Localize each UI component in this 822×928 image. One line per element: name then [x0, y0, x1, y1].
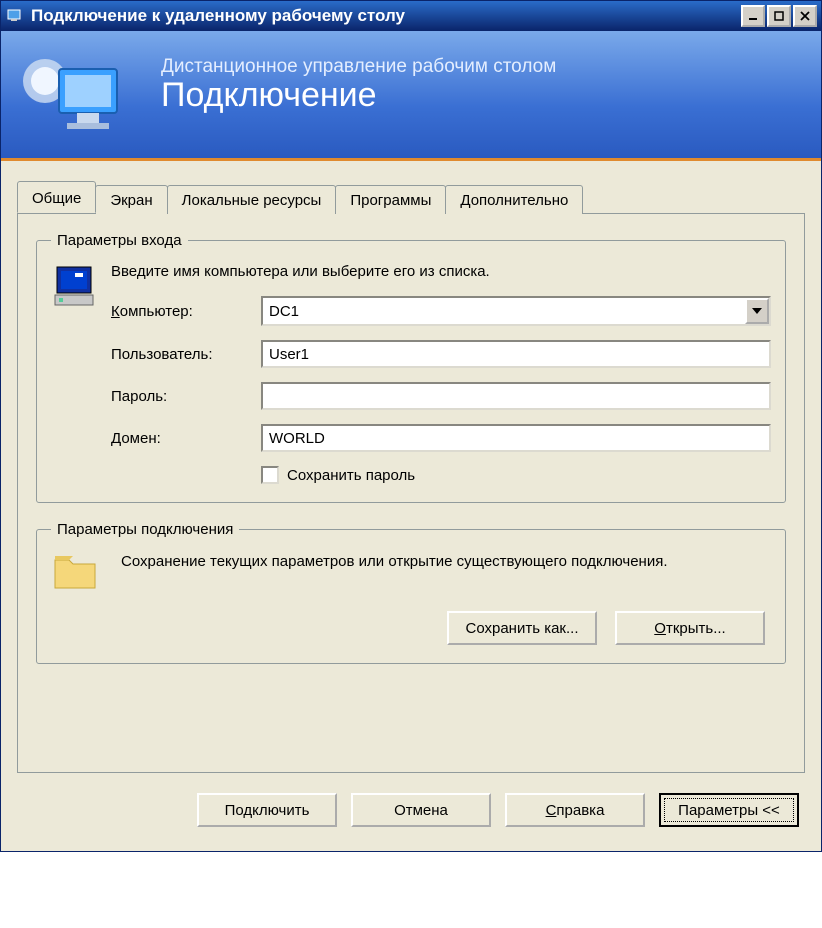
folder-icon — [51, 552, 105, 595]
maximize-button[interactable] — [767, 5, 791, 27]
banner: Дистанционное управление рабочим столом … — [1, 31, 821, 161]
computer-label: Компьютер: — [111, 303, 261, 320]
bottom-button-bar: Подключить Отмена Справка Параметры << — [1, 773, 821, 851]
password-input[interactable] — [261, 382, 771, 410]
connect-button[interactable]: Подключить — [197, 793, 337, 827]
window-buttons — [741, 5, 817, 27]
banner-subtitle: Дистанционное управление рабочим столом — [161, 56, 556, 78]
close-button[interactable] — [793, 5, 817, 27]
save-as-button[interactable]: Сохранить как... — [447, 611, 597, 645]
domain-label: Домен: — [111, 430, 261, 447]
window-title: Подключение к удаленному рабочему столу — [31, 6, 741, 26]
tab-local-resources[interactable]: Локальные ресурсы — [167, 185, 337, 214]
tab-general[interactable]: Общие — [17, 181, 96, 213]
minimize-button[interactable] — [741, 5, 765, 27]
connection-legend: Параметры подключения — [51, 521, 239, 538]
tab-screen[interactable]: Экран — [95, 185, 167, 214]
login-group: Параметры входа Введите имя компьютера и… — [36, 232, 786, 503]
domain-input[interactable] — [261, 424, 771, 452]
login-instruction: Введите имя компьютера или выберите его … — [111, 263, 771, 280]
title-bar: Подключение к удаленному рабочему столу — [1, 1, 821, 31]
banner-title: Подключение — [161, 76, 556, 115]
computer-input[interactable] — [263, 298, 745, 324]
connection-group: Параметры подключения Сохранение текущих… — [36, 521, 786, 664]
client-area: Общие Экран Локальные ресурсы Программы … — [1, 161, 821, 773]
cancel-button[interactable]: Отмена — [351, 793, 491, 827]
computer-combo[interactable] — [261, 296, 771, 326]
tab-advanced[interactable]: Дополнительно — [445, 185, 583, 214]
tab-strip: Общие Экран Локальные ресурсы Программы … — [17, 181, 805, 213]
login-legend: Параметры входа — [51, 232, 188, 249]
password-label: Пароль: — [111, 388, 261, 405]
options-button[interactable]: Параметры << — [659, 793, 799, 827]
tab-programs[interactable]: Программы — [335, 185, 446, 214]
tab-panel: Параметры входа Введите имя компьютера и… — [17, 213, 805, 773]
banner-icon — [19, 51, 129, 141]
save-password-label: Сохранить пароль — [287, 467, 415, 484]
banner-text: Дистанционное управление рабочим столом … — [161, 56, 556, 115]
connection-description: Сохранение текущих параметров или открыт… — [121, 552, 668, 572]
open-button[interactable]: Открыть... — [615, 611, 765, 645]
user-label: Пользователь: — [111, 346, 261, 363]
help-button[interactable]: Справка — [505, 793, 645, 827]
user-input[interactable] — [261, 340, 771, 368]
computer-icon — [51, 263, 111, 314]
app-icon — [5, 6, 25, 26]
computer-dropdown-button[interactable] — [745, 298, 769, 324]
remote-desktop-window: Подключение к удаленному рабочему столу — [0, 0, 822, 852]
save-password-checkbox[interactable] — [261, 466, 279, 484]
